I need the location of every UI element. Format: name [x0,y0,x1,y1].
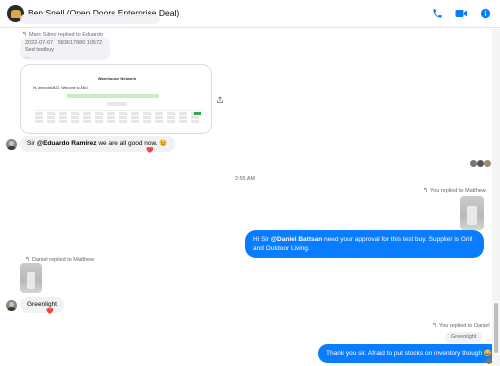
message-greenlight[interactable]: Greenlight [20,297,64,313]
message-out-approval[interactable]: Hi Sir @Daniel Battsan need your approva… [245,230,484,258]
reply-arrow-icon: ↰ [432,323,438,329]
replied-photo-thumbnail[interactable] [20,263,42,293]
reply-arrow-icon: ↰ [423,188,429,194]
reply-meta-text: Daniel replied to Matthew [32,257,95,263]
seen-avatar [477,160,484,167]
chat-scrollbar[interactable] [492,29,500,366]
reply-meta-you-daniel: ↰ You replied to Daniel [432,322,490,329]
quoted-text: Sed testbuy [25,47,55,53]
replied-photo-thumbnail[interactable] [460,196,484,230]
message-text: Sir [27,140,37,147]
heart-reaction[interactable]: ❤️ [46,309,53,316]
reply-meta-daniel: ↰ Daniel replied to Matthew [25,256,94,263]
message-text: Hi Sir [253,236,271,243]
heart-reaction[interactable]: ❤️ [146,148,153,155]
message-text: we are all good now. [96,140,160,147]
quoted-text: Greenlight [451,334,477,340]
header-actions [430,6,492,20]
message-out-thanks[interactable]: Thank you sir. Afraid to put stocks on i… [318,344,500,363]
email-green-tag [194,112,201,115]
reply-meta-text: You replied to Daniel [439,323,490,329]
avatar[interactable] [6,300,17,311]
seen-avatar [484,160,491,167]
partial-message-bubble [20,14,160,24]
mention-eduardo[interactable]: @Eduardo Ramirez [37,140,97,147]
avatar[interactable] [6,139,17,150]
info-icon[interactable] [478,6,492,20]
email-screenshot-attachment[interactable]: Warehouse Network Hi, amrocks0622. Welco… [20,64,212,134]
email-title: Warehouse Network [97,76,137,81]
mention-daniel[interactable]: @Daniel Battsan [271,236,323,243]
email-preview: Warehouse Network Hi, amrocks0622. Welco… [29,72,205,128]
share-icon[interactable] [216,96,224,104]
message-text: Greenlight [27,301,57,308]
email-greeting: Hi, amrocks0622. Welcome to ANO. [33,86,89,90]
reply-meta-text: You replied to Matthew [430,188,486,194]
video-icon[interactable] [454,6,468,20]
phone-icon[interactable] [430,6,444,20]
email-table [35,110,203,124]
email-success-banner [67,94,159,98]
email-button [107,102,127,106]
quoted-ellipsis: ... [25,54,30,60]
sweat-smile-emoji: 😅 [483,350,492,357]
quoted-number: 583617980 10572 [57,40,103,46]
quoted-greenlight[interactable]: Greenlight [445,332,483,343]
message-timestamp: 2:55 AM [234,176,256,182]
message-text: Thank you sir. Afraid to put stocks on i… [326,350,484,357]
quoted-message[interactable]: 2022-07-07 583617980 10572 Sed testbuy .… [20,37,110,60]
reply-meta-you-matthew: ↰ You replied to Matthew [423,187,486,194]
scrollbar-thumb[interactable] [494,303,498,353]
wink-emoji: 😉 [159,140,168,147]
quoted-date: 2022-07-07 [25,40,54,46]
seen-avatar [470,160,477,167]
